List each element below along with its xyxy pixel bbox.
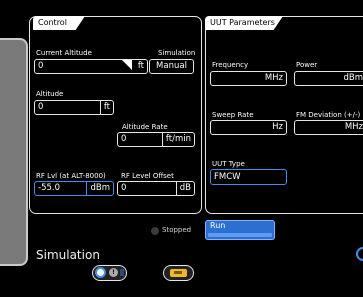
uut-type-select[interactable]: FMCW (210, 169, 287, 185)
frequency-label: Frequency (212, 61, 249, 69)
mode-switch-icon[interactable]: ! (92, 265, 127, 281)
run-button[interactable]: Run (205, 220, 275, 240)
run-button-label: Run (210, 221, 226, 230)
altitude-rate-unit: ft/min (161, 133, 194, 146)
control-panel: Control Current Altitude 0 ft Simulation… (29, 16, 202, 214)
card-icon (170, 269, 187, 277)
alert-icon: ! (109, 268, 118, 277)
rf-level-unit: dBm (86, 182, 113, 195)
power-unit: dBm (343, 73, 363, 83)
fm-deviation-field[interactable]: MHz (294, 120, 363, 135)
rf-level-field[interactable]: -55.0 dBm (34, 181, 114, 196)
current-altitude-value: 0 (38, 61, 44, 71)
uut-type-label: UUT Type (212, 160, 245, 168)
flag-marker-icon (122, 60, 132, 70)
uut-panel-title: UUT Parameters (205, 16, 283, 30)
frequency-field[interactable]: MHz (210, 71, 287, 86)
fm-deviation-unit: MHz (344, 122, 363, 132)
rf-level-label: RF Lvl (at ALT-8000) (36, 172, 106, 180)
altitude-field[interactable]: 0 ft (34, 100, 114, 115)
altitude-rate-label: Altitude Rate (122, 123, 168, 131)
altitude-label: Altitude (36, 90, 64, 98)
frequency-unit: MHz (264, 73, 283, 83)
rf-offset-value: 0 (121, 183, 127, 193)
side-drawer-panel[interactable] (0, 38, 28, 266)
card-toggle-button[interactable] (163, 265, 194, 281)
fm-deviation-label: FM Deviation (+/-) (296, 111, 361, 119)
sweep-rate-unit: Hz (272, 122, 283, 132)
simulation-label: Simulation (158, 49, 196, 57)
altitude-value: 0 (38, 102, 44, 112)
rf-level-value: -55.0 (38, 183, 60, 193)
altitude-rate-value: 0 (121, 134, 127, 144)
status-text: Stopped (162, 226, 192, 234)
altitude-rate-field[interactable]: 0 ft/min (117, 132, 195, 147)
current-altitude-unit: ft (137, 61, 144, 71)
power-field[interactable]: dBm (294, 71, 363, 86)
toggle-knob-icon (95, 267, 106, 278)
uut-parameters-panel: UUT Parameters Frequency MHz Power dBm S… (205, 16, 363, 214)
run-progress-bar (208, 233, 272, 237)
current-altitude-field[interactable]: 0 ft (34, 59, 148, 74)
sweep-rate-label: Sweep Rate (212, 111, 254, 119)
control-panel-title: Control (33, 16, 85, 30)
rf-offset-label: RF Level Offset (121, 172, 174, 180)
rf-offset-unit: dB (175, 182, 194, 195)
sweep-rate-field[interactable]: Hz (210, 120, 287, 135)
simulation-mode-button[interactable]: Manual (149, 59, 194, 74)
power-label: Power (296, 61, 318, 69)
altitude-unit: ft (99, 101, 113, 114)
status-indicator-icon (151, 227, 159, 235)
uut-type-value: FMCW (214, 172, 241, 182)
simulation-footer-title: Simulation (36, 248, 100, 262)
rf-offset-field[interactable]: 0 dB (117, 181, 195, 196)
toggle-track-mark (120, 269, 124, 276)
edge-toggle-knob[interactable] (356, 247, 363, 261)
current-altitude-label: Current Altitude (36, 49, 92, 57)
